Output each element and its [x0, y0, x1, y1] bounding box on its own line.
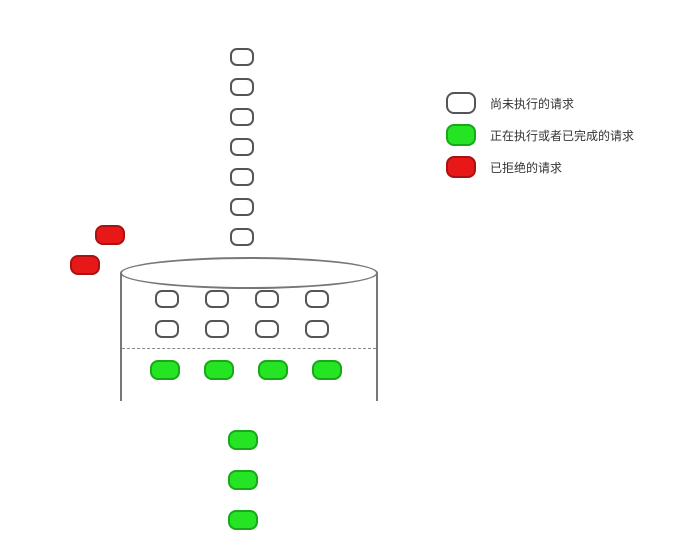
incoming-request-pill [230, 48, 254, 66]
legend-row-rejected: 已拒绝的请求 [446, 156, 634, 178]
bucket-active-pill [204, 360, 234, 380]
bucket-pending-pill [205, 320, 229, 338]
bucket-pending-pill [205, 290, 229, 308]
bucket-divider [122, 348, 376, 349]
legend-row-pending: 尚未执行的请求 [446, 92, 634, 114]
completed-request-pill [228, 430, 258, 450]
legend-swatch-active [446, 124, 476, 146]
bucket-pending-pill [305, 290, 329, 308]
bucket-pending-pill [155, 320, 179, 338]
bucket-pending-pill [305, 320, 329, 338]
incoming-request-pill [230, 198, 254, 216]
bucket-pending-pill [255, 320, 279, 338]
legend-label-active: 正在执行或者已完成的请求 [490, 127, 634, 144]
incoming-request-pill [230, 138, 254, 156]
bucket-active-pill [150, 360, 180, 380]
bucket-active-pill [312, 360, 342, 380]
completed-request-pill [228, 470, 258, 490]
incoming-request-pill [230, 228, 254, 246]
legend-swatch-rejected [446, 156, 476, 178]
legend: 尚未执行的请求 正在执行或者已完成的请求 已拒绝的请求 [446, 92, 634, 188]
incoming-request-pill [230, 78, 254, 96]
rejected-request-pill [95, 225, 125, 245]
rejected-request-pill [70, 255, 100, 275]
incoming-request-pill [230, 168, 254, 186]
completed-request-pill [228, 510, 258, 530]
legend-row-active: 正在执行或者已完成的请求 [446, 124, 634, 146]
bucket-pending-pill [255, 290, 279, 308]
bucket-top [120, 257, 378, 289]
legend-swatch-pending [446, 92, 476, 114]
bucket-pending-pill [155, 290, 179, 308]
bucket-active-pill [258, 360, 288, 380]
legend-label-pending: 尚未执行的请求 [490, 95, 574, 112]
legend-label-rejected: 已拒绝的请求 [490, 159, 562, 176]
incoming-request-pill [230, 108, 254, 126]
